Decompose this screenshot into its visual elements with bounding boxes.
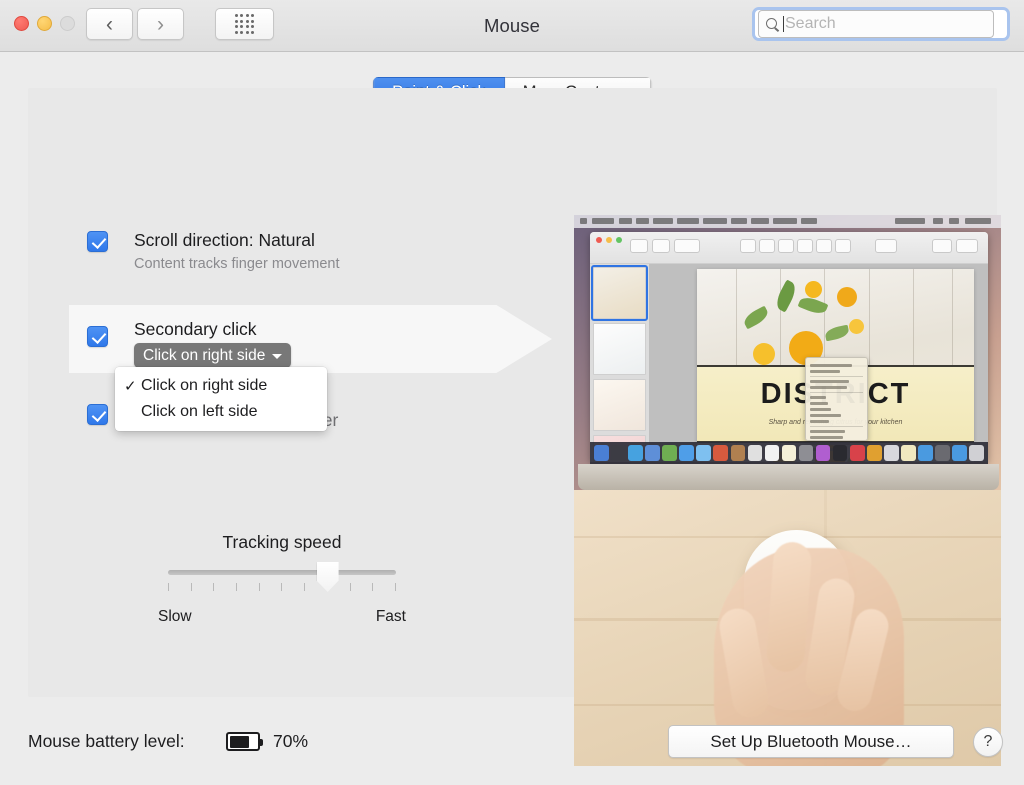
secondary-click-label: Secondary click <box>134 319 257 339</box>
preview-context-menu <box>805 357 868 451</box>
checkmark-icon: ✓ <box>124 378 137 395</box>
help-button[interactable]: ? <box>973 727 1003 757</box>
preview-menubar <box>574 215 1001 228</box>
preview-slide-thumbnails <box>590 264 649 462</box>
window-titlebar: ‹ › Mouse Search <box>0 0 1024 52</box>
scroll-direction-label: Scroll direction: Natural <box>134 230 315 250</box>
checkbox-smart-zoom[interactable] <box>87 404 108 425</box>
menu-item-label: Click on right side <box>141 377 268 394</box>
search-placeholder: Search <box>785 15 836 32</box>
search-icon <box>765 17 780 32</box>
preview-pages-window: DISTRICT Sharp and refreshing citrus for… <box>590 232 988 462</box>
menu-item-click-on-left-side[interactable]: Click on left side <box>115 399 327 425</box>
menu-item-click-on-right-side[interactable]: ✓ Click on right side <box>115 373 327 399</box>
gesture-preview-video[interactable]: DISTRICT Sharp and refreshing citrus for… <box>574 215 1001 766</box>
thumbnail-2 <box>593 323 646 375</box>
secondary-click-popup-value: Click on right side <box>143 346 266 364</box>
slider-min-label: Slow <box>158 608 192 625</box>
set-up-bluetooth-mouse-button[interactable]: Set Up Bluetooth Mouse… <box>668 725 954 758</box>
option-row-scroll-direction[interactable]: Scroll direction: Natural Content tracks… <box>87 230 340 274</box>
chevron-down-icon <box>272 353 283 359</box>
preview-pages-toolbar <box>590 232 988 264</box>
battery-label: Mouse battery level: <box>28 731 185 751</box>
text-caret <box>783 16 784 32</box>
secondary-click-popup-button[interactable]: Click on right side <box>134 343 292 368</box>
checkbox-scroll-direction[interactable] <box>87 231 108 252</box>
option-row-secondary-click[interactable]: Secondary click Click on right side <box>87 319 292 368</box>
battery-icon <box>226 732 263 751</box>
search-field[interactable]: Search <box>752 7 1010 41</box>
scroll-direction-sublabel: Content tracks finger movement <box>134 256 340 272</box>
thumbnail-1 <box>591 265 648 321</box>
tracking-speed-label: Tracking speed <box>222 532 342 552</box>
preview-screen-recording: DISTRICT Sharp and refreshing citrus for… <box>574 215 1001 490</box>
slider-max-label: Fast <box>375 608 406 625</box>
checkbox-secondary-click[interactable] <box>87 326 108 347</box>
tracking-speed-control: Tracking speed Slow Fast <box>151 532 413 626</box>
thumbnail-3 <box>593 379 646 431</box>
preview-dock <box>590 442 988 464</box>
slider-tick-marks <box>168 583 396 591</box>
tracking-speed-slider[interactable] <box>151 562 413 604</box>
preview-laptop-base <box>578 464 999 490</box>
menu-item-label: Click on left side <box>141 403 258 420</box>
secondary-click-dropdown-menu[interactable]: ✓ Click on right side Click on left side <box>115 367 327 431</box>
mouse-preferences-window: ‹ › Mouse Search Point & Click More Gest… <box>0 0 1024 785</box>
preview-document-page: DISTRICT Sharp and refreshing citrus for… <box>697 269 974 462</box>
preferences-panel: Scroll direction: Natural Content tracks… <box>28 88 1001 766</box>
slider-track[interactable] <box>168 570 396 575</box>
battery-percent: 70% <box>273 731 309 751</box>
